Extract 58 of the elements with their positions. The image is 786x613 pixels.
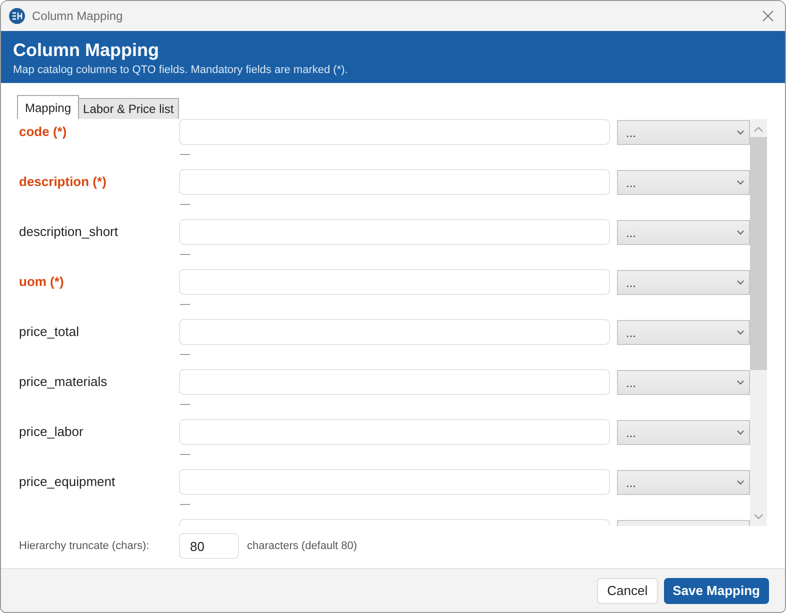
input-field[interactable] xyxy=(179,169,610,195)
scrollbar-thumb[interactable] xyxy=(750,137,767,370)
chevron-down-icon xyxy=(737,130,744,135)
field-hint: — xyxy=(180,248,190,262)
field-hint: — xyxy=(180,398,190,412)
field-label: price_equipment xyxy=(19,473,116,492)
field-hint: — xyxy=(180,298,190,312)
input-field[interactable] xyxy=(179,119,610,145)
chevron-down-icon xyxy=(737,280,744,285)
field-label: description_short xyxy=(19,223,118,242)
input-field[interactable] xyxy=(179,319,610,345)
field-hint: — xyxy=(180,148,190,162)
column-dropdown[interactable]: ... xyxy=(617,370,750,395)
save-button[interactable]: Save Mapping xyxy=(664,578,769,604)
scrollbar[interactable] xyxy=(750,119,767,526)
column-dropdown[interactable]: ... xyxy=(617,270,750,295)
column-dropdown[interactable]: ... xyxy=(617,420,750,445)
column-dropdown[interactable]: ... xyxy=(617,320,750,345)
field-hint: — xyxy=(180,348,190,362)
input-field[interactable] xyxy=(179,369,610,395)
app-logo-icon xyxy=(9,8,25,24)
truncate-label: Hierarchy truncate (chars): xyxy=(19,538,150,554)
chevron-down-icon xyxy=(737,430,744,435)
column-dropdown[interactable]: ... xyxy=(617,120,750,145)
chevron-down-icon xyxy=(737,180,744,185)
field-label: uom (*) xyxy=(19,273,64,292)
field-hint: — xyxy=(180,198,190,212)
input-field[interactable] xyxy=(179,519,610,526)
tab[interactable]: Labor & Price list xyxy=(78,98,179,119)
window-title: Column Mapping xyxy=(32,8,123,25)
field-label: description (*) xyxy=(19,173,106,192)
input-field[interactable] xyxy=(179,419,610,445)
chevron-down-icon xyxy=(737,380,744,385)
column-dropdown[interactable]: ... xyxy=(617,170,750,195)
chevron-down-icon xyxy=(737,480,744,485)
column-dropdown[interactable]: ... xyxy=(617,220,750,245)
cancel-button[interactable]: Cancel xyxy=(597,578,658,604)
dialog-subtitle: Map catalog columns to QTO fields. Mandatory fields are marked (*). xyxy=(13,64,348,77)
scroll-down-icon[interactable] xyxy=(754,514,763,519)
field-label: price_labor xyxy=(19,423,84,442)
field-hint: — xyxy=(180,448,190,462)
column-dropdown[interactable]: ... xyxy=(617,470,750,495)
truncate-note: characters (default 80) xyxy=(247,538,358,554)
dialog-title: Column Mapping xyxy=(13,39,159,61)
tab[interactable]: Mapping xyxy=(17,95,80,119)
close-icon[interactable] xyxy=(762,10,774,22)
field-hint: — xyxy=(180,498,190,512)
field-label: code (*) xyxy=(19,123,67,142)
field-label: price_total xyxy=(19,323,79,342)
input-field[interactable] xyxy=(179,469,610,495)
chevron-down-icon xyxy=(737,230,744,235)
input-field[interactable] xyxy=(179,269,610,295)
field-label: price_materials xyxy=(19,373,108,392)
truncate-input[interactable]: 80 xyxy=(179,533,239,559)
input-field[interactable] xyxy=(179,219,610,245)
scroll-up-icon[interactable] xyxy=(754,127,763,132)
column-dropdown[interactable] xyxy=(617,520,750,526)
chevron-down-icon xyxy=(737,330,744,335)
